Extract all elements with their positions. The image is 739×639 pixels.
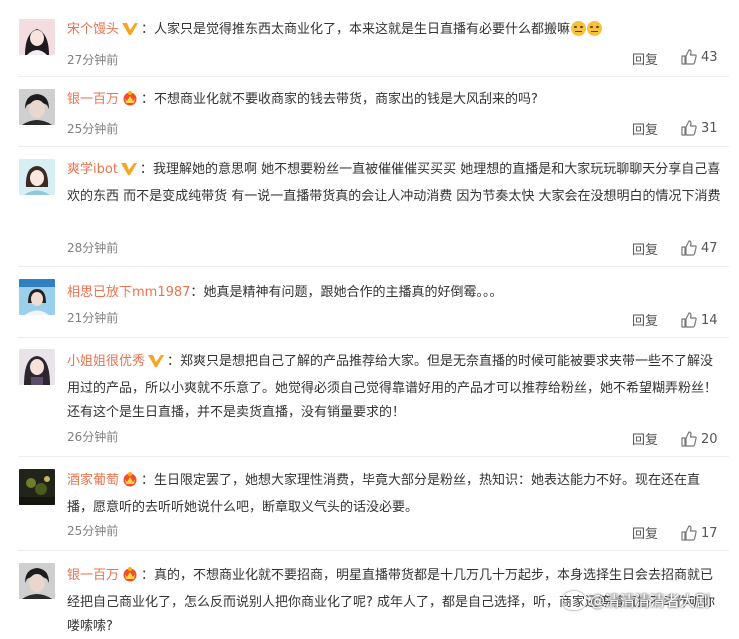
divider: [18, 550, 729, 551]
comment-time: 27分钟前: [67, 53, 119, 67]
thumbs-up-icon: [681, 312, 697, 328]
like-button[interactable]: 17: [681, 525, 718, 541]
username[interactable]: 相思已放下mm1987: [67, 285, 190, 300]
avatar[interactable]: [19, 469, 55, 505]
username[interactable]: 银一百万: [67, 568, 119, 583]
thumbs-up-icon: [681, 525, 697, 541]
avatar[interactable]: [19, 349, 55, 385]
like-count: 14: [701, 312, 718, 328]
username[interactable]: 酒家葡萄: [67, 473, 119, 488]
watermark: @清清清清者大剧: [562, 590, 710, 611]
reply-button[interactable]: 回复: [632, 119, 658, 138]
divider: [18, 76, 729, 77]
comment-time: 25分钟前: [67, 122, 119, 136]
avatar[interactable]: [19, 563, 55, 599]
comment-text: 生日限定罢了，她想大家理性消费，毕竟大部分是粉丝，热知识：她表达能力不好。现在还…: [67, 473, 701, 515]
divider: [18, 146, 729, 147]
reply-button[interactable]: 回复: [632, 523, 658, 542]
thumbs-up-icon: [681, 240, 697, 256]
verified-v-icon: [121, 21, 139, 45]
username[interactable]: 爽学ibot: [67, 162, 118, 177]
like-button[interactable]: 20: [681, 431, 718, 447]
like-button[interactable]: 14: [681, 312, 718, 328]
username[interactable]: 小姐姐很优秀: [67, 354, 145, 369]
like-count: 47: [701, 240, 718, 256]
comment-text: 我理解她的意思啊 她不想要粉丝一直被催催催买买买 她理想的直播是和大家玩玩聊聊天…: [67, 162, 721, 204]
avatar[interactable]: [19, 89, 55, 125]
divider: [18, 456, 729, 457]
like-count: 31: [701, 120, 718, 136]
like-button[interactable]: 47: [681, 240, 718, 256]
verified-v-icon: [147, 353, 165, 377]
vip-crown-icon: [121, 90, 139, 115]
divider: [18, 337, 729, 338]
comment-time: 21分钟前: [67, 311, 119, 325]
reply-button[interactable]: 回复: [632, 49, 658, 68]
vip-crown-icon: [121, 471, 139, 496]
comment-time: 26分钟前: [67, 430, 119, 444]
username[interactable]: 宋个馒头: [67, 22, 119, 37]
divider: [18, 266, 729, 267]
like-count: 43: [701, 49, 718, 65]
comment-text: 她真是精神有问题，跟她合作的主播真的好倒霉。。。: [203, 285, 503, 300]
like-button[interactable]: 31: [681, 120, 718, 136]
vip-crown-icon: [121, 566, 139, 591]
reply-button[interactable]: 回复: [632, 310, 658, 329]
reply-button[interactable]: 回复: [632, 239, 658, 258]
avatar[interactable]: [19, 159, 55, 195]
like-count: 17: [701, 525, 718, 541]
avatar[interactable]: [19, 279, 55, 315]
sweat-smile-emoji-icon: [571, 21, 587, 36]
weibo-logo-icon: [562, 591, 586, 610]
username[interactable]: 银一百万: [67, 92, 119, 107]
comment-text: 不想商业化就不要收商家的钱去带货，商家出的钱是大风刮来的吗?: [154, 92, 538, 107]
comment-time: 28分钟前: [67, 241, 119, 255]
comment-time: 25分钟前: [67, 524, 119, 538]
sweat-smile-emoji-icon: [587, 21, 603, 36]
thumbs-up-icon: [681, 49, 697, 65]
like-button[interactable]: 43: [681, 49, 718, 65]
thumbs-up-icon: [681, 431, 697, 447]
avatar[interactable]: [19, 19, 55, 55]
reply-button[interactable]: 回复: [632, 429, 658, 448]
thumbs-up-icon: [681, 120, 697, 136]
verified-v-icon: [120, 161, 138, 185]
comment-text: 人家只是觉得推东西太商业化了，本来这就是生日直播有必要什么都搬嘛: [154, 22, 571, 37]
like-count: 20: [701, 431, 718, 447]
watermark-text: @清清清清者大剧: [590, 592, 711, 610]
